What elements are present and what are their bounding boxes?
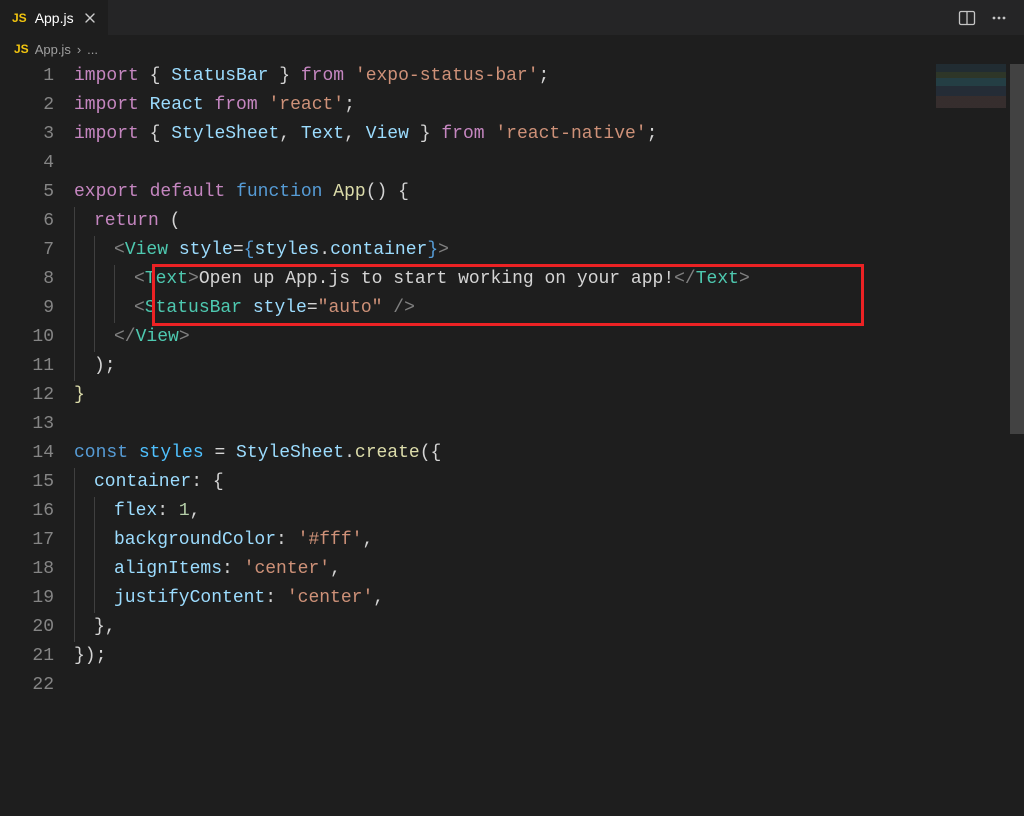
line-number: 3 bbox=[0, 120, 54, 149]
chevron-right-icon: › bbox=[77, 42, 81, 57]
line-number: 9 bbox=[0, 294, 54, 323]
tab-bar: JS App.js bbox=[0, 0, 1024, 36]
line-number: 11 bbox=[0, 352, 54, 381]
line-number: 14 bbox=[0, 439, 54, 468]
line-number: 5 bbox=[0, 178, 54, 207]
code-line: ); bbox=[74, 352, 1024, 381]
code-line: const styles = StyleSheet.create({ bbox=[74, 439, 1024, 468]
code-line: return ( bbox=[74, 207, 1024, 236]
split-editor-icon[interactable] bbox=[956, 7, 978, 29]
scrollbar-thumb[interactable] bbox=[1010, 64, 1024, 434]
line-number: 6 bbox=[0, 207, 54, 236]
breadcrumb[interactable]: JS App.js › ... bbox=[0, 36, 1024, 62]
line-number: 18 bbox=[0, 555, 54, 584]
line-number: 17 bbox=[0, 526, 54, 555]
code-line: import { StatusBar } from 'expo-status-b… bbox=[74, 62, 1024, 91]
breadcrumb-file: App.js bbox=[35, 42, 71, 57]
tab-app-js[interactable]: JS App.js bbox=[0, 0, 109, 35]
line-number: 7 bbox=[0, 236, 54, 265]
code-line: import { StyleSheet, Text, View } from '… bbox=[74, 120, 1024, 149]
code-line: container: { bbox=[74, 468, 1024, 497]
line-number: 16 bbox=[0, 497, 54, 526]
line-number: 8 bbox=[0, 265, 54, 294]
js-file-icon: JS bbox=[12, 11, 27, 25]
code-editor[interactable]: 1 2 3 4 5 6 7 8 9 10 11 12 13 14 15 16 1… bbox=[0, 62, 1024, 816]
minimap[interactable] bbox=[936, 64, 1006, 124]
code-line: <StatusBar style="auto" /> bbox=[74, 294, 1024, 323]
js-file-icon: JS bbox=[14, 42, 29, 56]
code-line: <View style={styles.container}> bbox=[74, 236, 1024, 265]
more-actions-icon[interactable] bbox=[988, 7, 1010, 29]
line-number: 20 bbox=[0, 613, 54, 642]
line-number: 2 bbox=[0, 91, 54, 120]
code-line: <Text>Open up App.js to start working on… bbox=[74, 265, 1024, 294]
line-number-gutter: 1 2 3 4 5 6 7 8 9 10 11 12 13 14 15 16 1… bbox=[0, 62, 74, 816]
code-line: justifyContent: 'center', bbox=[74, 584, 1024, 613]
code-line bbox=[74, 671, 1024, 700]
code-line: export default function App() { bbox=[74, 178, 1024, 207]
line-number: 1 bbox=[0, 62, 54, 91]
code-line: import React from 'react'; bbox=[74, 91, 1024, 120]
code-area[interactable]: import { StatusBar } from 'expo-status-b… bbox=[74, 62, 1024, 816]
line-number: 15 bbox=[0, 468, 54, 497]
line-number: 22 bbox=[0, 671, 54, 700]
breadcrumb-more: ... bbox=[87, 42, 98, 57]
line-number: 12 bbox=[0, 381, 54, 410]
code-line: } bbox=[74, 381, 1024, 410]
code-line: </View> bbox=[74, 323, 1024, 352]
code-line bbox=[74, 149, 1024, 178]
code-line: alignItems: 'center', bbox=[74, 555, 1024, 584]
vertical-scrollbar[interactable] bbox=[1010, 36, 1024, 816]
code-line: }, bbox=[74, 613, 1024, 642]
line-number: 19 bbox=[0, 584, 54, 613]
code-line bbox=[74, 410, 1024, 439]
code-line: flex: 1, bbox=[74, 497, 1024, 526]
line-number: 13 bbox=[0, 410, 54, 439]
line-number: 10 bbox=[0, 323, 54, 352]
code-line: backgroundColor: '#fff', bbox=[74, 526, 1024, 555]
close-icon[interactable] bbox=[82, 10, 98, 26]
line-number: 4 bbox=[0, 149, 54, 178]
tab-label: App.js bbox=[35, 10, 74, 26]
line-number: 21 bbox=[0, 642, 54, 671]
code-line: }); bbox=[74, 642, 1024, 671]
